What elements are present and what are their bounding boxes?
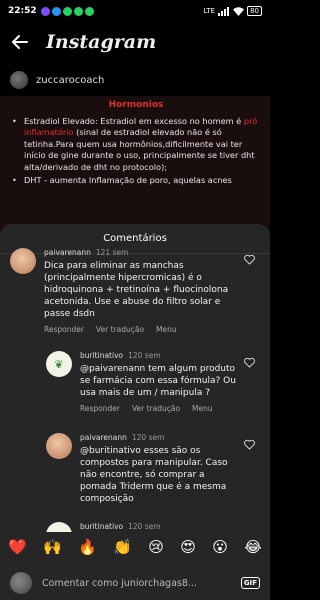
notification-icon — [40, 6, 50, 16]
post-bullet: Estradiol Elevado: Estradiol em excesso … — [10, 116, 262, 174]
current-user-avatar — [10, 572, 32, 594]
emoji-crying-button[interactable]: 😢 — [148, 538, 164, 556]
comment-reply-item: ❦ buritinativo 120 sem @paivarenann tem a… — [46, 351, 242, 413]
comment-text: @buritinativo esses são os compostos par… — [80, 446, 228, 504]
comment-time: 120 sem — [128, 522, 161, 531]
wifi-icon — [233, 6, 245, 16]
comment-input[interactable]: Comentar como juniorchagas8... — [42, 578, 241, 589]
comment-composer: Comentar como juniorchagas8... GIF — [0, 566, 270, 600]
menu-button[interactable]: Menu — [192, 404, 213, 413]
comment-username[interactable]: paivarenann — [44, 248, 91, 257]
reply-button[interactable]: Responder — [80, 404, 120, 413]
comment-time: 120 sem — [128, 351, 161, 360]
emoji-laughing-button[interactable]: 😂 — [244, 538, 262, 556]
comment-username[interactable]: paivarenann — [80, 433, 127, 442]
bullet-text: DHT - aumenta Inflamação de poro, aquela… — [24, 175, 232, 185]
see-translation-button[interactable]: Ver tradução — [96, 325, 144, 334]
post-bullet-list: Estradiol Elevado: Estradiol em excesso … — [10, 116, 262, 187]
comment-reply-item: buritinativo 120 sem — [46, 522, 242, 532]
notification-icon — [51, 6, 61, 16]
like-heart-icon[interactable] — [244, 254, 255, 265]
comment-username[interactable]: buritinativo — [80, 351, 123, 360]
gif-button[interactable]: GIF — [240, 577, 260, 589]
comment-time: 120 sem — [131, 433, 165, 442]
like-heart-icon[interactable] — [244, 357, 255, 368]
author-avatar[interactable] — [10, 71, 28, 89]
comment-text: @paivarenann tem algum produto se farmác… — [80, 364, 236, 398]
comment-item: paivarenann 121 sem Dica para eliminar as… — [10, 248, 240, 334]
bullet-text: Estradiol Elevado: Estradiol em excesso … — [24, 115, 244, 126]
commenter-avatar[interactable] — [46, 522, 72, 532]
app-bar: Instagram — [0, 22, 270, 62]
emoji-heart-button[interactable]: ❤️ — [8, 538, 27, 556]
comment-time: 121 sem — [95, 248, 129, 257]
menu-button[interactable]: Menu — [156, 325, 177, 334]
clock: 22:52 — [8, 6, 37, 16]
emoji-fire-button[interactable]: 🔥 — [78, 538, 97, 556]
comment-reply-item: paivarenann 120 sem @buritinativo esses s… — [46, 433, 242, 505]
battery-icon: 80 — [247, 6, 262, 16]
comment-username[interactable]: buritinativo — [80, 522, 123, 531]
app-title: Instagram — [46, 31, 157, 53]
comment-text: Dica para eliminar as manchas (principal… — [44, 261, 229, 319]
status-bar: 22:52 LTE 80 — [0, 0, 270, 22]
emoji-surprised-button[interactable]: 😮 — [212, 538, 228, 556]
post-bullet: DHT - aumenta Inflamação de poro, aquela… — [10, 175, 262, 187]
see-translation-button[interactable]: Ver tradução — [132, 404, 180, 413]
post-heading: Hormonios — [108, 100, 164, 110]
emoji-clap-button[interactable]: 👏 — [113, 538, 132, 556]
signal-icon — [218, 6, 230, 16]
author-username[interactable]: zuccarocoach — [36, 75, 104, 86]
notification-icon — [62, 6, 72, 16]
commenter-avatar[interactable] — [10, 248, 36, 274]
back-arrow-icon[interactable] — [10, 32, 30, 52]
signal-label: LTE — [203, 7, 216, 15]
emoji-reaction-bar: ❤️ 🙌 🔥 👏 😢 😍 😮 😂 — [0, 534, 270, 560]
like-heart-icon[interactable] — [244, 439, 255, 450]
emoji-raised-hands-button[interactable]: 🙌 — [43, 538, 62, 556]
notification-icons — [40, 6, 94, 16]
notification-icon — [84, 6, 94, 16]
emoji-heart-eyes-button[interactable]: 😍 — [180, 538, 196, 556]
reply-button[interactable]: Responder — [44, 325, 84, 334]
commenter-avatar[interactable] — [46, 433, 72, 459]
notification-icon — [73, 6, 83, 16]
commenter-avatar[interactable]: ❦ — [46, 351, 72, 377]
post-header[interactable]: zuccarocoach — [0, 66, 270, 94]
